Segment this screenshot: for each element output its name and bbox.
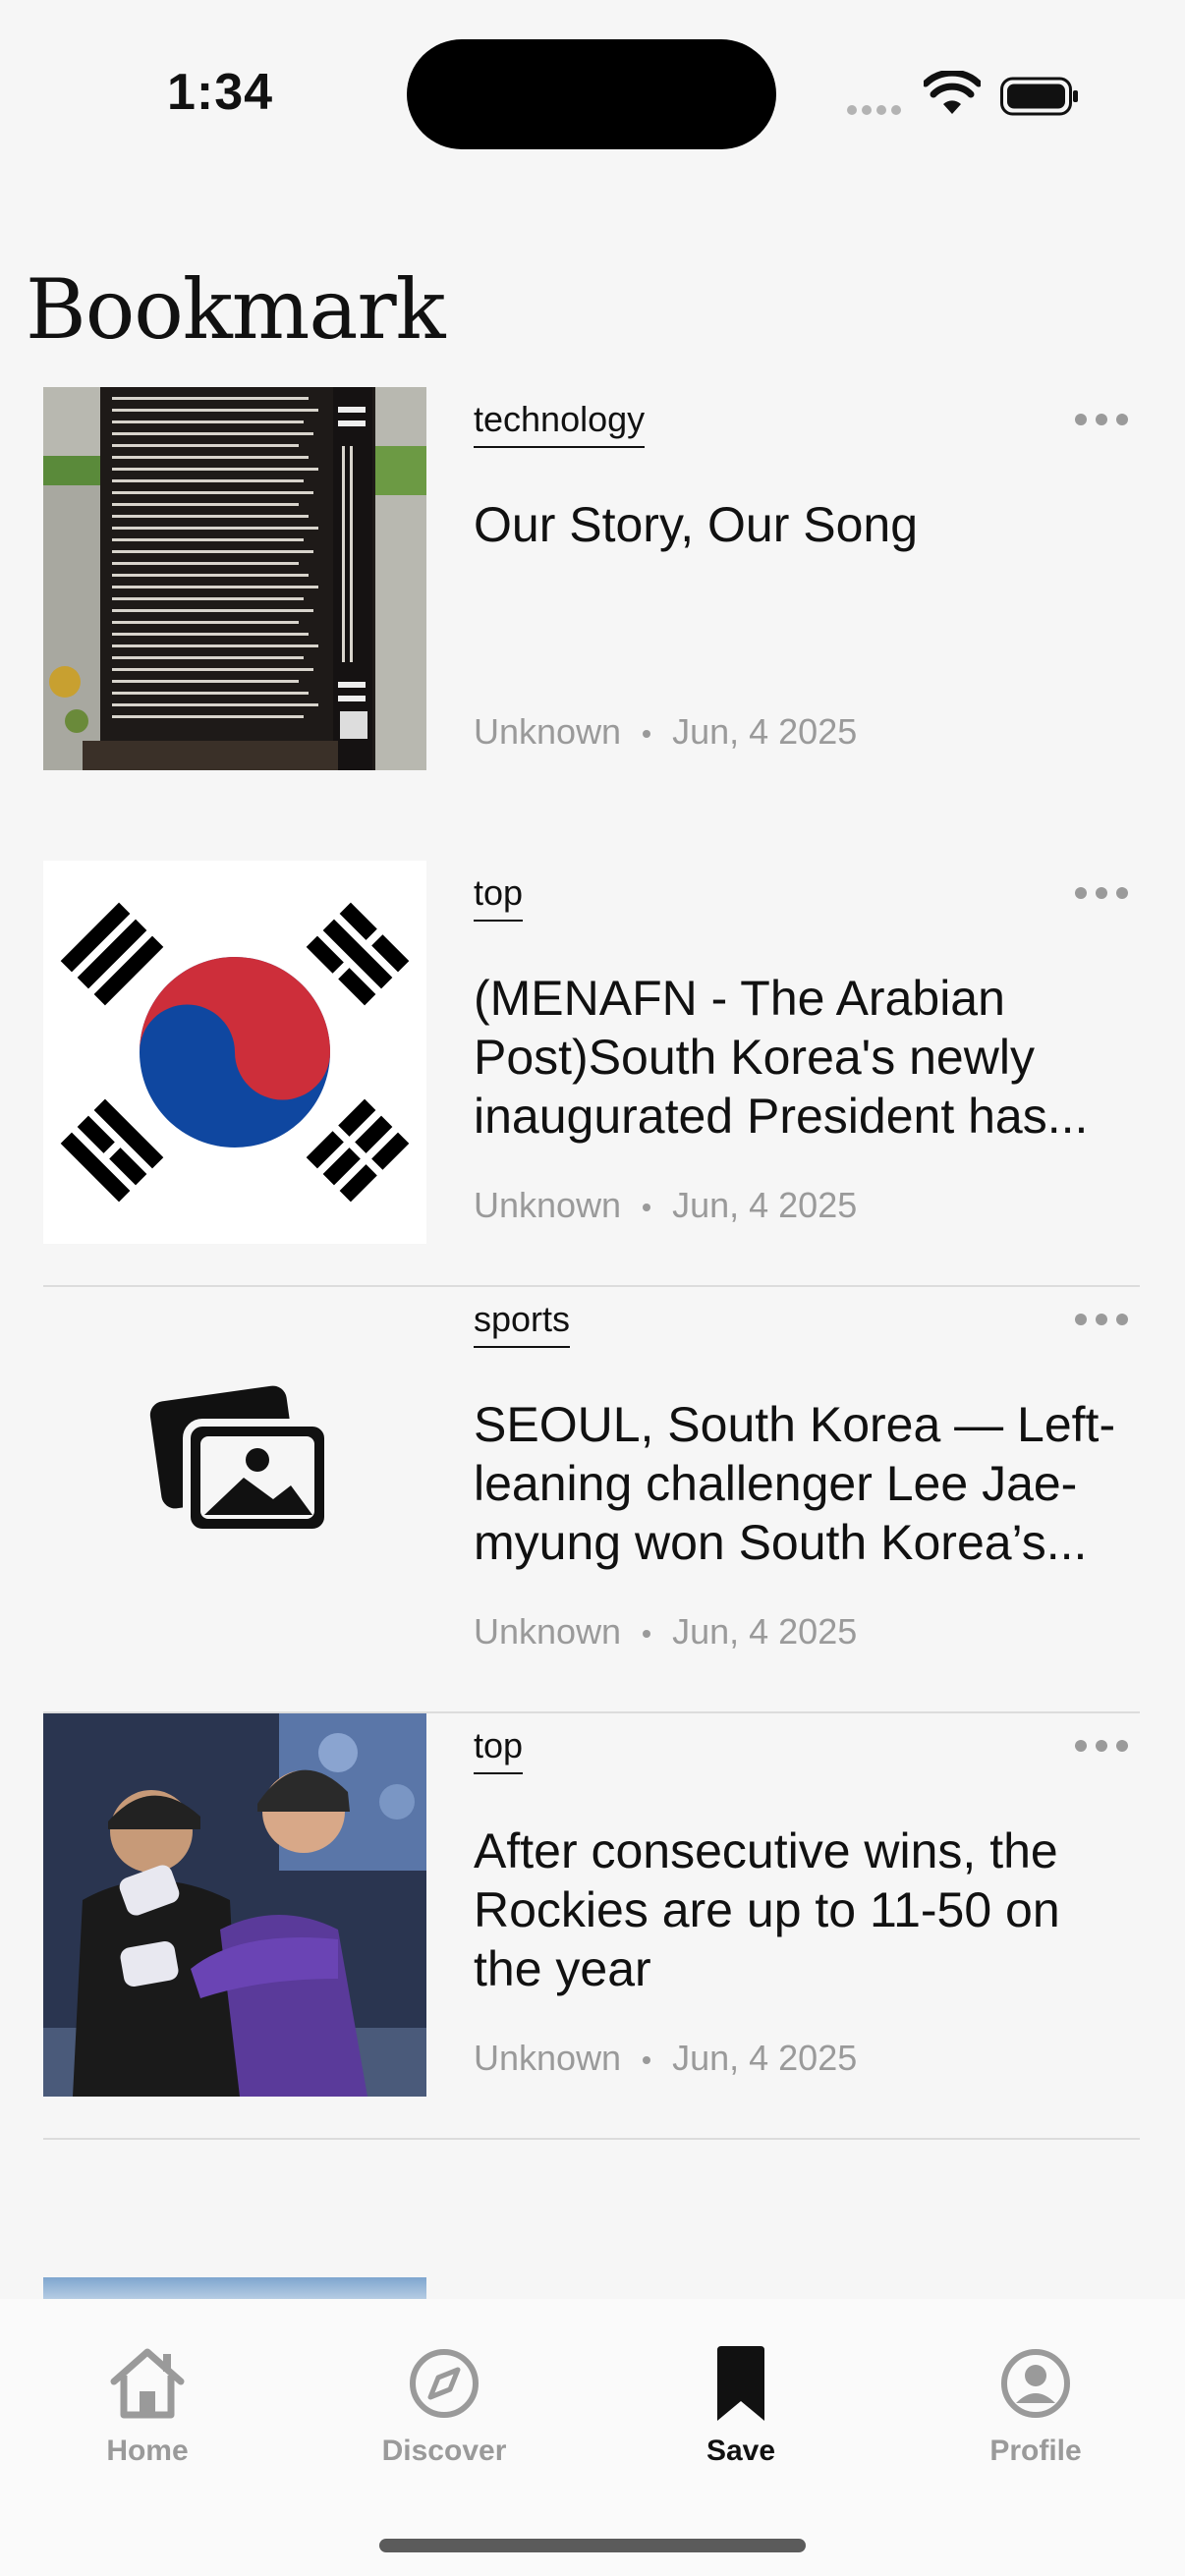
article-date: Jun, 4 2025	[672, 711, 858, 752]
wifi-icon	[924, 71, 981, 114]
tab-profile-label: Profile	[989, 2435, 1082, 2467]
status-bar: 1:34	[0, 0, 1185, 187]
article-category[interactable]: top	[474, 872, 524, 922]
article-meta: Unknown Jun, 4 2025	[474, 1611, 857, 1652]
compass-icon	[410, 2349, 479, 2418]
article-category[interactable]: sports	[474, 1299, 571, 1348]
article-thumbnail	[43, 387, 426, 770]
home-icon	[110, 2348, 185, 2419]
bookmark-list: technology Our Story, Our Song Unknown Ju…	[43, 387, 1140, 2140]
article-title[interactable]: Our Story, Our Song	[474, 495, 1134, 554]
article-meta: Unknown Jun, 4 2025	[474, 2038, 857, 2079]
profile-icon	[1001, 2349, 1070, 2418]
article-author: Unknown	[474, 1611, 622, 1652]
article-thumbnail	[43, 861, 426, 1244]
more-options-icon[interactable]	[1066, 1739, 1128, 1757]
article-thumbnail	[43, 1713, 426, 2097]
more-options-icon[interactable]	[1066, 413, 1128, 430]
article-item[interactable]: top After consecutive wins, the Rockies …	[43, 1713, 1140, 2140]
bottom-tab-bar: Home Discover Save Profile	[0, 2299, 1185, 2576]
page-title: Bookmark	[26, 261, 446, 359]
memorial-monument-image	[43, 387, 426, 770]
article-date: Jun, 4 2025	[672, 1611, 858, 1652]
article-item[interactable]: sports SEOUL, South Korea — Left-leaning…	[43, 1287, 1140, 1713]
article-author: Unknown	[474, 2038, 622, 2078]
tab-save[interactable]: Save	[643, 2344, 839, 2468]
article-item[interactable]: technology Our Story, Our Song Unknown Ju…	[43, 387, 1140, 861]
baseball-players-image	[43, 1713, 426, 2097]
battery-icon	[1000, 77, 1078, 116]
article-category[interactable]: top	[474, 1725, 524, 1774]
image-placeholder-icon	[149, 1385, 332, 1537]
article-title[interactable]: SEOUL, South Korea — Left-leaning challe…	[474, 1395, 1134, 1572]
article-title[interactable]: (MENAFN - The Arabian Post)South Korea's…	[474, 969, 1134, 1146]
tab-save-label: Save	[705, 2435, 776, 2467]
bookmark-icon	[717, 2346, 764, 2421]
status-time: 1:34	[167, 64, 274, 121]
article-thumbnail	[43, 1287, 426, 1670]
article-date: Jun, 4 2025	[672, 1185, 858, 1225]
article-item[interactable]: top (MENAFN - The Arabian Post)South Kor…	[43, 861, 1140, 1287]
article-date: Jun, 4 2025	[672, 2038, 858, 2078]
more-options-icon[interactable]	[1066, 1313, 1128, 1330]
article-category[interactable]: technology	[474, 399, 646, 448]
tab-profile[interactable]: Profile	[937, 2344, 1134, 2468]
cellular-signal-icon	[847, 102, 906, 120]
south-korea-flag-image	[43, 861, 426, 1244]
article-meta: Unknown Jun, 4 2025	[474, 1185, 857, 1226]
dynamic-island	[407, 39, 776, 149]
tab-discover-label: Discover	[381, 2435, 507, 2467]
tab-home-label: Home	[106, 2435, 189, 2467]
article-author: Unknown	[474, 711, 622, 752]
article-title[interactable]: After consecutive wins, the Rockies are …	[474, 1821, 1134, 1998]
more-options-icon[interactable]	[1066, 886, 1128, 904]
article-meta: Unknown Jun, 4 2025	[474, 711, 857, 753]
home-indicator[interactable]	[379, 2539, 806, 2552]
tab-home[interactable]: Home	[49, 2344, 246, 2468]
tab-discover[interactable]: Discover	[346, 2344, 542, 2468]
article-author: Unknown	[474, 1185, 622, 1225]
